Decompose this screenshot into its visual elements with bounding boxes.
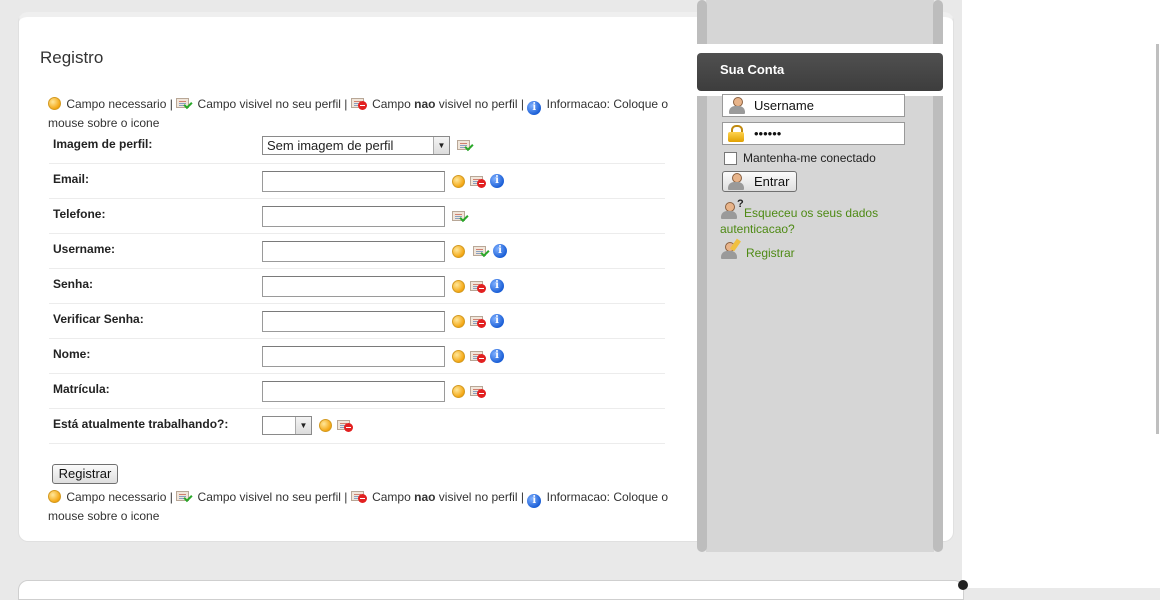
user-login-icon	[727, 173, 745, 190]
legend-invisible-bold: nao	[414, 490, 436, 504]
info-icon: i	[527, 101, 542, 115]
required-field-icon	[452, 244, 466, 258]
chevron-down-icon[interactable]: ▼	[433, 137, 449, 154]
info-icon[interactable]: i	[493, 244, 508, 258]
legend-visible-text: Campo visivel no seu perfil |	[197, 97, 348, 111]
form-row-phone: Telefone:	[49, 198, 665, 234]
required-field-icon	[452, 384, 466, 398]
user-add-icon	[720, 238, 741, 259]
register-button[interactable]: Registrar	[52, 464, 118, 484]
password-field[interactable]	[262, 275, 445, 297]
login-button-label: Entrar	[754, 174, 790, 189]
invisible-field-icon	[469, 315, 486, 328]
registration-label: Matrícula:	[49, 373, 262, 409]
login-button[interactable]: Entrar	[722, 171, 797, 192]
email-label: Email:	[49, 163, 262, 199]
legend-invisible-pre: Campo	[372, 97, 411, 111]
phone-label: Telefone:	[49, 198, 262, 234]
legend-invisible-post: visivel no perfil |	[438, 490, 524, 504]
working-select[interactable]: ▼	[262, 415, 312, 435]
forgot-credentials-link[interactable]: ? Esqueceu os seus dados autenticacao?	[720, 198, 920, 237]
required-field-icon	[452, 349, 466, 363]
user-question-icon: ?	[720, 198, 744, 219]
login-username-value: Username	[754, 98, 814, 113]
legend-invisible-pre: Campo	[372, 490, 411, 504]
required-field-icon	[452, 314, 466, 328]
remember-me[interactable]: Mantenha-me conectado	[724, 151, 876, 165]
form-row-email: Email: i	[49, 163, 665, 199]
legend-required-text: Campo necessario |	[66, 490, 173, 504]
form-row-working: Está atualmente trabalhando?: ▼	[49, 408, 665, 444]
info-icon[interactable]: i	[490, 174, 505, 188]
form-row-profile-image: Imagem de perfil: Sem imagem de perfil ▼	[49, 130, 665, 164]
info-icon[interactable]: i	[490, 349, 505, 363]
form-row-name: Nome: i	[49, 338, 665, 374]
required-field-icon	[48, 490, 61, 503]
login-password-input[interactable]: ••••••	[722, 122, 905, 145]
info-icon: i	[527, 494, 542, 508]
legend-invisible-bold: nao	[414, 97, 436, 111]
name-field[interactable]	[262, 345, 445, 367]
invisible-field-icon	[350, 97, 367, 110]
page-right-background	[962, 0, 1160, 588]
profile-image-label: Imagem de perfil:	[49, 130, 262, 164]
user-icon	[728, 97, 746, 114]
registration-form: Imagem de perfil: Sem imagem de perfil ▼…	[49, 130, 665, 444]
form-row-verify-password: Verificar Senha: i	[49, 303, 665, 339]
form-row-password: Senha: i	[49, 268, 665, 304]
sidebar-register-link[interactable]: Registrar	[720, 238, 795, 261]
profile-image-select[interactable]: Sem imagem de perfil ▼	[262, 136, 450, 155]
verify-password-label: Verificar Senha:	[49, 303, 262, 339]
legend-top: Campo necessario | Campo visivel no seu …	[48, 96, 676, 131]
required-field-icon	[319, 418, 333, 432]
login-username-input[interactable]: Username	[722, 94, 905, 117]
working-label: Está atualmente trabalhando?:	[49, 408, 262, 444]
invisible-field-icon	[469, 385, 486, 398]
invisible-field-icon	[469, 175, 486, 188]
verify-password-field[interactable]	[262, 310, 445, 332]
email-field[interactable]	[262, 170, 445, 192]
remember-me-label: Mantenha-me conectado	[743, 151, 876, 165]
visible-field-icon	[452, 210, 469, 223]
invisible-field-icon	[336, 419, 353, 432]
phone-field[interactable]	[262, 205, 445, 227]
required-field-icon	[452, 174, 466, 188]
footer-panel	[18, 580, 964, 600]
legend-invisible-post: visivel no perfil |	[438, 97, 524, 111]
right-border-line	[1156, 44, 1159, 434]
form-row-username: Username: i	[49, 233, 665, 269]
invisible-field-icon	[469, 350, 486, 363]
page-title: Registro	[40, 48, 104, 67]
invisible-field-icon	[469, 280, 486, 293]
footer-corner	[958, 580, 968, 590]
remember-me-checkbox[interactable]	[724, 151, 737, 165]
info-icon[interactable]: i	[490, 279, 505, 293]
profile-image-value: Sem imagem de perfil	[267, 138, 394, 153]
sidebar-register-label[interactable]: Registrar	[746, 246, 795, 260]
username-label: Username:	[49, 233, 262, 269]
login-password-value: ••••••	[754, 126, 782, 141]
info-icon[interactable]: i	[490, 314, 505, 328]
legend-required-text: Campo necessario |	[66, 97, 173, 111]
required-field-icon	[48, 97, 61, 110]
legend-bottom: Campo necessario | Campo visivel no seu …	[48, 489, 676, 524]
sidebar-title: Sua Conta	[720, 62, 785, 77]
required-field-icon	[452, 279, 466, 293]
legend-visible-text: Campo visivel no seu perfil |	[197, 490, 348, 504]
visible-field-icon	[176, 97, 193, 110]
visible-field-icon	[472, 245, 490, 258]
visible-field-icon	[176, 490, 193, 503]
chevron-down-icon[interactable]: ▼	[295, 416, 311, 434]
name-label: Nome:	[49, 338, 262, 374]
password-label: Senha:	[49, 268, 262, 304]
invisible-field-icon	[350, 490, 367, 503]
visible-field-icon	[457, 139, 474, 152]
form-row-registration: Matrícula:	[49, 373, 665, 409]
lock-icon	[728, 125, 744, 142]
registration-field[interactable]	[262, 380, 445, 402]
username-field[interactable]	[262, 240, 445, 262]
